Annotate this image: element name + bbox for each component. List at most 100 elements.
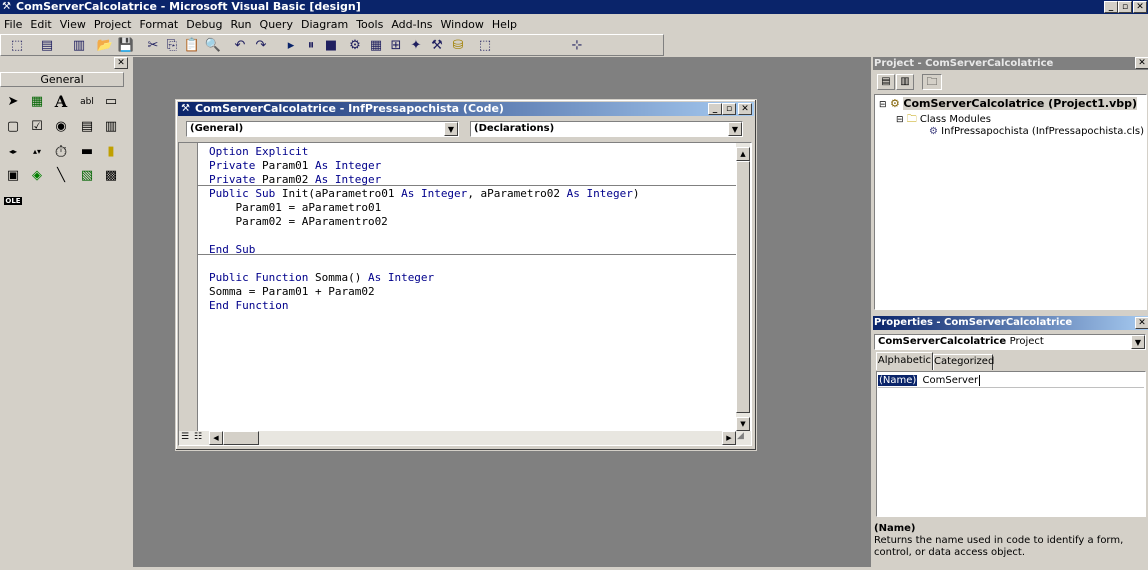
code-line[interactable]: Public Function Somma() As Integer [209, 271, 640, 285]
menu-run[interactable]: Run [226, 16, 255, 33]
hscroll-thumb[interactable] [223, 431, 259, 445]
resize-grip-icon[interactable]: ◢ [737, 431, 750, 445]
redo-icon[interactable]: ↷ [252, 37, 270, 55]
vertical-scrollbar[interactable]: ▲ ▼ [736, 143, 750, 431]
object-combo[interactable]: (General) ▼ [186, 121, 459, 137]
find-icon[interactable]: 🔍 [204, 37, 222, 55]
tab-categorized[interactable]: Categorized [933, 354, 994, 370]
menu-query[interactable]: Query [256, 16, 297, 33]
hscrollbar-tool-icon[interactable]: ◂▸ [2, 142, 24, 162]
chevron-down-icon[interactable]: ▼ [728, 122, 742, 136]
code-line[interactable]: Param02 = AParamentro02 [209, 215, 640, 229]
menu-add-ins[interactable]: Add-Ins [387, 16, 436, 33]
code-window-title-bar[interactable]: ⚒ ComServerCalcolatrice - InfPressapochi… [178, 102, 754, 116]
checkbox-tool-icon[interactable]: ☑ [26, 117, 48, 137]
label-tool-icon[interactable]: A [50, 92, 72, 112]
menu-project[interactable]: Project [90, 16, 136, 33]
menu-debug[interactable]: Debug [182, 16, 226, 33]
listbox-tool-icon[interactable]: ▥ [100, 117, 122, 137]
minimize-button[interactable]: _ [1104, 1, 1118, 13]
vscrollbar-tool-icon[interactable]: ▴▾ [26, 142, 48, 162]
picturebox-tool-icon[interactable]: ▦ [26, 92, 48, 112]
form-layout-icon[interactable]: ⊞ [387, 37, 405, 55]
property-row-name[interactable]: (Name) ComServer [878, 374, 1144, 388]
image-tool-icon[interactable]: ▧ [76, 166, 98, 186]
end-icon[interactable]: ■ [322, 37, 340, 55]
collapse-icon[interactable]: ⊟ [879, 100, 887, 110]
chevron-down-icon[interactable]: ▼ [1131, 335, 1145, 349]
code-line[interactable]: Private Param01 As Integer [209, 159, 640, 173]
code-line[interactable]: Somma = Param01 + Param02 [209, 285, 640, 299]
timer-tool-icon[interactable]: ⏱ [50, 142, 72, 162]
position-icon[interactable]: ⊹ [568, 37, 586, 55]
code-minimize-button[interactable]: _ [708, 103, 722, 115]
procedure-view-icon[interactable]: ☰ [181, 431, 193, 444]
code-line[interactable]: Param01 = aParametro01 [209, 201, 640, 215]
ole-tool-icon[interactable]: OLE [2, 191, 24, 211]
project-explorer-title-bar[interactable]: Project - ComServerCalcolatrice [873, 57, 1148, 70]
close-button[interactable]: ✕ [1133, 1, 1147, 13]
full-module-view-icon[interactable]: ☷ [194, 431, 206, 444]
properties-close-button[interactable]: ✕ [1135, 317, 1148, 329]
drivelistbox-tool-icon[interactable]: ▬ [76, 142, 98, 162]
view-object-button[interactable]: ▥ [896, 74, 914, 90]
combobox-tool-icon[interactable]: ▤ [76, 117, 98, 137]
toolbox-icon[interactable]: ⚒ [428, 37, 446, 55]
frame-tool-icon[interactable]: ▭ [100, 92, 122, 112]
add-form-icon[interactable]: ▤ [38, 37, 56, 55]
paste-icon[interactable]: 📋 [183, 37, 201, 55]
code-line[interactable]: Public Sub Init(aParametro01 As Integer,… [209, 187, 640, 201]
toolbox-tab-general[interactable]: General [0, 72, 124, 87]
copy-icon[interactable]: ⎘ [163, 37, 181, 55]
menu-view[interactable]: View [56, 16, 90, 33]
tree-node-project[interactable]: ⊟ ⚙ ComServerCalcolatrice (Project1.vbp) [879, 97, 1138, 110]
add-project-icon[interactable]: ⬚ [8, 37, 26, 55]
project-explorer-icon[interactable]: ⚙ [346, 37, 364, 55]
code-line[interactable]: Option Explicit [209, 145, 640, 159]
menu-help[interactable]: Help [488, 16, 521, 33]
scroll-thumb[interactable] [736, 161, 750, 413]
textbox-tool-icon[interactable]: abl [76, 92, 98, 112]
optionbutton-tool-icon[interactable]: ◉ [50, 117, 72, 137]
filelistbox-tool-icon[interactable]: ▣ [2, 166, 24, 186]
chevron-down-icon[interactable]: ▼ [444, 122, 458, 136]
object-browser-icon[interactable]: ✦ [407, 37, 425, 55]
scroll-right-button[interactable]: ▶ [722, 431, 736, 445]
save-project-icon[interactable]: 💾 [117, 37, 135, 55]
tree-node-module[interactable]: ⚙ InfPressapochista (InfPressapochista.c… [929, 126, 1144, 137]
margin-indicator-bar[interactable] [179, 143, 198, 431]
restore-button[interactable]: ▫ [1118, 1, 1132, 13]
property-value-input[interactable]: ComServer [922, 375, 981, 386]
component-manager-icon[interactable]: ⬚ [476, 37, 494, 55]
menu-diagram[interactable]: Diagram [297, 16, 352, 33]
shape-tool-icon[interactable]: ◈ [26, 166, 48, 186]
toolbox-close-button[interactable]: ✕ [114, 57, 128, 69]
project-close-button[interactable]: ✕ [1135, 57, 1148, 69]
code-line[interactable] [209, 229, 640, 243]
collapse-icon[interactable]: ⊟ [896, 115, 904, 125]
code-close-button[interactable]: ✕ [738, 103, 752, 115]
code-editor[interactable]: Option Explicit Private Param01 As Intege… [178, 142, 752, 446]
procedure-combo[interactable]: (Declarations) ▼ [470, 121, 743, 137]
menu-tools[interactable]: Tools [352, 16, 387, 33]
app-title-bar[interactable]: ⚒ ComServerCalcolatrice - Microsoft Visu… [0, 0, 1148, 14]
tab-alphabetic[interactable]: Alphabetic [876, 352, 933, 370]
code-maximize-button[interactable]: ▫ [722, 103, 736, 115]
scroll-left-button[interactable]: ◀ [209, 431, 223, 445]
dirlistbox-tool-icon[interactable]: ▮ [100, 142, 122, 162]
object-selector-combo[interactable]: ComServerCalcolatrice Project ▼ [874, 334, 1146, 350]
commandbutton-tool-icon[interactable]: ▢ [2, 117, 24, 137]
break-icon[interactable]: ⏸ [302, 37, 320, 55]
code-line[interactable] [209, 257, 640, 271]
view-code-button[interactable]: ▤ [877, 74, 895, 90]
data-tool-icon[interactable]: ▩ [100, 166, 122, 186]
line-tool-icon[interactable]: ╲ [50, 166, 72, 186]
cut-icon[interactable]: ✂ [144, 37, 162, 55]
pointer-tool-icon[interactable]: ➤ [2, 92, 24, 112]
menu-window[interactable]: Window [437, 16, 488, 33]
toggle-folders-button[interactable]: 🗀 [922, 74, 942, 90]
properties-window-icon[interactable]: ▦ [367, 37, 385, 55]
scroll-up-button[interactable]: ▲ [736, 147, 750, 161]
menu-editor-icon[interactable]: ▥ [70, 37, 88, 55]
start-icon[interactable]: ▸ [282, 37, 300, 55]
